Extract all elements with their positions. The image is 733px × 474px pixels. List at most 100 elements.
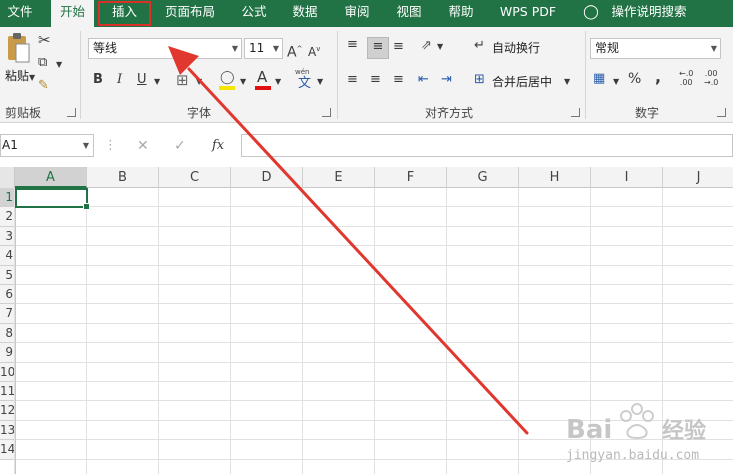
align-middle-icon[interactable]: ≡ xyxy=(367,37,389,59)
align-bottom-icon[interactable]: ≡ xyxy=(393,38,404,56)
italic-icon[interactable]: I xyxy=(117,71,122,89)
align-left-icon[interactable]: ≡ xyxy=(347,71,358,89)
number-launcher-icon[interactable] xyxy=(717,108,726,117)
align-center-icon[interactable]: ≡ xyxy=(370,71,381,89)
number-format-select[interactable]: 常规 ▼ xyxy=(590,38,721,59)
alignment-launcher-icon[interactable] xyxy=(571,108,580,117)
column-header-c[interactable]: C xyxy=(159,167,231,188)
formula-bar: A1 ▼ ⋮ ✕ ✓ fx xyxy=(0,123,733,167)
borders-dropdown-icon[interactable]: ▼ xyxy=(196,73,202,91)
lightbulb-icon: ◯ xyxy=(583,4,599,20)
enter-icon[interactable]: ✓ xyxy=(174,137,186,155)
tab-help[interactable]: 帮助 xyxy=(441,0,481,27)
chevron-down-icon: ▼ xyxy=(272,44,279,53)
merge-center-button[interactable]: 合并后居中 xyxy=(492,73,552,90)
increase-indent-icon[interactable]: ⇥ xyxy=(441,71,452,89)
watermark-url: jingyan.baidu.com xyxy=(566,448,700,463)
column-gridline xyxy=(590,188,591,474)
accounting-dropdown-icon[interactable]: ▼ xyxy=(613,73,619,91)
column-header-a[interactable]: A xyxy=(15,167,87,188)
phonetic-dropdown-icon[interactable]: ▼ xyxy=(317,73,323,91)
tab-home[interactable]: 开始 xyxy=(51,0,94,28)
column-gridline xyxy=(158,188,159,474)
font-launcher-icon[interactable] xyxy=(322,108,331,117)
paste-button[interactable]: 粘贴 xyxy=(5,67,29,84)
orientation-icon[interactable]: ⇗ xyxy=(421,37,432,55)
wrap-text-icon[interactable]: ↵ xyxy=(474,37,485,55)
underline-dropdown-icon[interactable]: ▼ xyxy=(154,73,160,91)
percent-style-button[interactable]: % xyxy=(628,70,641,88)
fill-color-dropdown-icon[interactable]: ▼ xyxy=(240,73,246,91)
decrease-font-size-icon[interactable]: Av xyxy=(308,40,320,61)
chevron-down-icon: ▼ xyxy=(710,44,717,53)
format-painter-icon[interactable]: ✎ xyxy=(38,77,49,95)
column-gridline xyxy=(230,188,231,474)
align-top-icon[interactable]: ≡ xyxy=(347,36,358,54)
row-header-border xyxy=(15,188,16,474)
tab-data[interactable]: 数据 xyxy=(285,0,325,27)
font-size-value: 11 xyxy=(249,41,265,55)
tab-view[interactable]: 视图 xyxy=(389,0,429,27)
paste-icon[interactable] xyxy=(5,32,31,66)
column-header-i[interactable]: I xyxy=(591,167,663,188)
tab-insert[interactable]: 插入 xyxy=(103,0,146,27)
font-color-dropdown-icon[interactable]: ▼ xyxy=(275,73,281,91)
group-divider xyxy=(80,31,81,119)
wrap-text-button[interactable]: 自动换行 xyxy=(492,39,540,56)
merge-dropdown-icon[interactable]: ▼ xyxy=(564,73,570,91)
tab-page-layout[interactable]: 页面布局 xyxy=(160,0,220,27)
font-color-icon[interactable]: A xyxy=(254,68,272,91)
column-header-d[interactable]: D xyxy=(231,167,303,188)
column-header-g[interactable]: G xyxy=(447,167,519,188)
cut-icon[interactable]: ✂ xyxy=(38,31,51,49)
clipboard-launcher-icon[interactable] xyxy=(67,108,76,117)
ribbon-tab-bar: 文件 开始 插入 页面布局 公式 数据 审阅 视图 帮助 WPS PDF ◯ 操… xyxy=(0,0,733,28)
column-header-bar: ABCDEFGHIJ xyxy=(0,167,733,188)
comma-style-button[interactable]: , xyxy=(655,68,661,86)
column-header-e[interactable]: E xyxy=(303,167,375,188)
paste-dropdown-icon[interactable]: ▼ xyxy=(29,69,35,87)
formula-input[interactable] xyxy=(241,134,733,157)
active-cell-border[interactable] xyxy=(15,188,90,210)
increase-font-size-icon[interactable]: A^ xyxy=(287,40,302,62)
underline-icon[interactable]: U xyxy=(137,71,147,89)
tab-review[interactable]: 审阅 xyxy=(337,0,377,27)
fill-color-icon[interactable]: ◯ xyxy=(218,69,236,91)
decrease-decimal-icon[interactable]: .00 →.0 xyxy=(704,69,718,87)
column-header-f[interactable]: F xyxy=(375,167,447,188)
merge-center-icon[interactable]: ⊞ xyxy=(474,71,485,89)
bold-icon[interactable]: B xyxy=(93,71,103,89)
name-box-value: A1 xyxy=(2,138,18,152)
column-gridline xyxy=(518,188,519,474)
more-options-icon[interactable]: ⋮ xyxy=(104,137,117,155)
font-size-select[interactable]: 11 ▼ xyxy=(244,38,283,59)
insert-function-button[interactable]: fx xyxy=(212,137,224,155)
orientation-dropdown-icon[interactable]: ▼ xyxy=(437,38,443,56)
column-header-j[interactable]: J xyxy=(663,167,733,188)
cancel-icon[interactable]: ✕ xyxy=(137,137,149,155)
name-box[interactable]: A1 ▼ xyxy=(0,134,94,157)
accounting-format-icon[interactable]: ▦ xyxy=(593,70,605,88)
select-all-corner[interactable] xyxy=(0,167,15,188)
font-family-select[interactable]: 等线 ▼ xyxy=(88,38,242,59)
worksheet-grid[interactable]: ABCDEFGHIJ 1 2 3 4 5 6 7 8 9 10 11 12 13 14 xyxy=(0,167,733,474)
borders-icon[interactable]: ⊞ xyxy=(176,71,189,89)
align-right-icon[interactable]: ≡ xyxy=(393,71,404,89)
chevron-down-icon: ▼ xyxy=(82,141,89,150)
column-gridline xyxy=(446,188,447,474)
copy-icon[interactable]: ⧉ xyxy=(38,54,47,72)
tab-wps-pdf[interactable]: WPS PDF xyxy=(493,0,563,27)
chevron-down-icon: ▼ xyxy=(231,44,238,53)
clipboard-group-label: 剪贴板 xyxy=(5,106,42,120)
decrease-indent-icon[interactable]: ⇤ xyxy=(418,71,429,89)
alignment-group-label: 对齐方式 xyxy=(425,106,474,120)
tell-me-search[interactable]: 操作说明搜索 xyxy=(606,0,692,27)
copy-dropdown-icon[interactable]: ▼ xyxy=(56,56,62,74)
phonetic-guide-icon[interactable]: wén 文 xyxy=(294,68,316,91)
tab-file[interactable]: 文件 xyxy=(3,0,37,27)
column-header-h[interactable]: H xyxy=(519,167,591,188)
increase-decimal-icon[interactable]: ←.0.00 xyxy=(679,69,693,87)
column-gridline xyxy=(662,188,663,474)
column-header-b[interactable]: B xyxy=(87,167,159,188)
tab-formulas[interactable]: 公式 xyxy=(234,0,274,27)
